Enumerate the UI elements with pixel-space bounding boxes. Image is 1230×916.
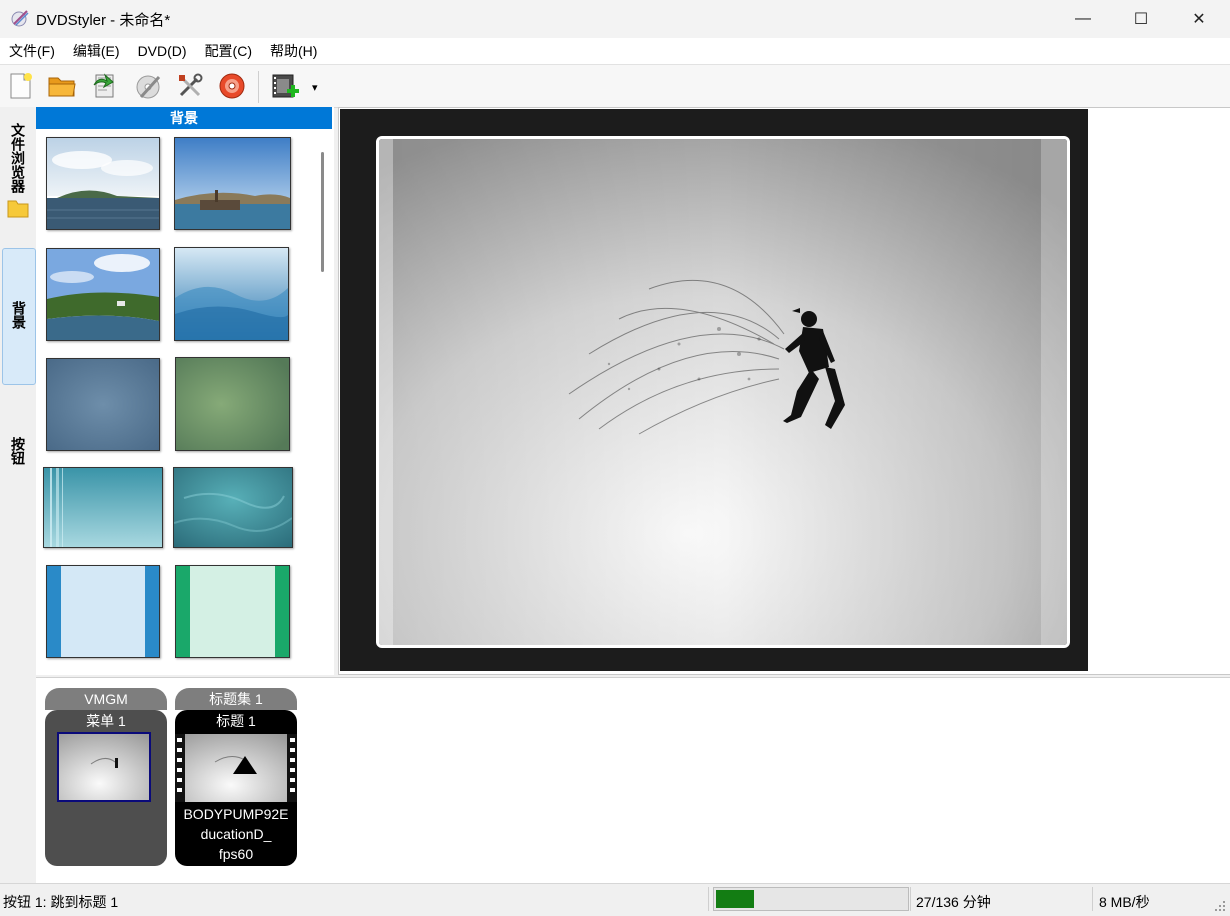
add-video-icon [272, 74, 299, 98]
save-project-button[interactable] [90, 71, 120, 101]
title-1-caption-line-3: fps60 [218, 846, 254, 862]
open-folder-icon [48, 77, 76, 97]
bitrate-readout: 8 MB/秒 [1099, 894, 1150, 910]
titleset-1-card[interactable]: 标题集 1 标题 1 BODYPUMP92E ducationD_ fps60 [175, 688, 297, 866]
menu-dvd[interactable]: DVD(D) [129, 38, 196, 64]
status-divider [708, 887, 709, 911]
title-bar: DVDStyler - 未命名* — ☐ ✕ [0, 0, 1230, 38]
background-panel-header: 背景 [36, 107, 332, 129]
menu-help[interactable]: 帮助(H) [261, 38, 326, 64]
background-thumb-blue-blur[interactable] [46, 358, 160, 451]
titleset-area: VMGM 菜单 1 标题集 1 标题 1 BODYPUMP92E ducatio… [36, 677, 1230, 883]
tab-background-label: 背景 [11, 301, 27, 329]
vmgm-header: VMGM [45, 688, 167, 710]
toolbar-separator [258, 71, 259, 103]
dvd-disc-icon [219, 73, 245, 99]
add-video-button[interactable] [270, 71, 300, 101]
menu-config[interactable]: 配置(C) [196, 38, 261, 64]
background-thumb-teal-stripes[interactable] [43, 467, 163, 548]
menu-file[interactable]: 文件(F) [0, 38, 64, 64]
tab-file-browser[interactable]: 文件浏览器 [2, 111, 34, 241]
menu-bar: 文件(F) 编辑(E) DVD(D) 配置(C) 帮助(H) [0, 38, 1230, 64]
status-divider [1092, 887, 1093, 911]
new-project-button[interactable] [5, 71, 35, 101]
minimize-icon: — [1075, 10, 1091, 27]
resize-grip-icon[interactable] [1214, 900, 1226, 912]
background-thumb-teal-texture[interactable] [173, 467, 293, 548]
background-thumb-coast-forest[interactable] [46, 248, 160, 341]
background-panel: 背景 [36, 107, 334, 675]
tab-file-browser-label: 文件浏览器 [10, 123, 26, 193]
toolbar: ▾ [0, 64, 1230, 108]
background-thumb-light-blue-border[interactable] [46, 565, 160, 658]
settings-button[interactable] [175, 71, 205, 101]
menu-preview-area [338, 107, 1230, 675]
menu-edit[interactable]: 编辑(E) [64, 38, 129, 64]
tab-background[interactable]: 背景 [2, 248, 36, 385]
title-1-caption-line-2: ducationD_ [200, 826, 272, 842]
background-thumb-blue-waves[interactable] [174, 247, 289, 341]
status-bar: 按钮 1: 跳到标题 1 27/136 分钟 8 MB/秒 [0, 883, 1230, 916]
background-thumb-sea-landscape[interactable] [46, 137, 160, 230]
menu-preview-frame[interactable] [376, 136, 1070, 648]
background-thumb-light-green-border[interactable] [175, 565, 290, 658]
dvd-disc-button[interactable] [217, 71, 247, 101]
duration-readout: 27/136 分钟 [916, 894, 991, 910]
title-1-caption-line-1: BODYPUMP92E [183, 806, 289, 822]
status-text: 按钮 1: 跳到标题 1 [3, 894, 119, 910]
settings-tools-icon [179, 73, 203, 97]
title-1-item[interactable]: 标题 1 BODYPUMP92E ducationD_ fps60 [175, 710, 297, 866]
disc-usage-progress [713, 887, 909, 911]
new-file-icon [10, 73, 32, 99]
window-title: DVDStyler - 未命名* [36, 12, 171, 29]
open-project-button[interactable] [47, 71, 77, 101]
maximize-icon: ☐ [1133, 11, 1149, 28]
title-1-label: 标题 1 [216, 713, 256, 729]
maximize-button[interactable]: ☐ [1112, 0, 1170, 38]
folder-icon [7, 200, 29, 218]
tab-buttons-label: 按钮 [10, 437, 26, 465]
vmgm-menu-item[interactable]: 菜单 1 [45, 710, 167, 866]
menu-1-thumbnail[interactable] [57, 732, 151, 802]
background-thumb-boat-coast[interactable] [174, 137, 291, 230]
side-tabs: 文件浏览器 背景 按钮 [0, 107, 36, 882]
background-panel-scrollbar[interactable] [321, 152, 324, 272]
save-icon [93, 73, 114, 98]
menu-1-label: 菜单 1 [86, 713, 126, 729]
titleset-1-header: 标题集 1 [175, 688, 297, 710]
status-divider [910, 887, 911, 911]
close-button[interactable]: ✕ [1170, 0, 1228, 38]
vmgm-card[interactable]: VMGM 菜单 1 [45, 688, 167, 866]
dvdstyler-app-icon [11, 10, 29, 27]
burn-dvd-button[interactable] [134, 71, 164, 101]
add-video-dropdown-icon[interactable]: ▾ [312, 81, 318, 94]
disc-usage-progress-fill [716, 890, 754, 908]
menu-background-image [379, 139, 1067, 645]
title-1-thumbnail[interactable] [175, 734, 297, 802]
menu-canvas[interactable] [340, 109, 1088, 671]
minimize-button[interactable]: — [1054, 0, 1112, 38]
burn-dvd-icon [136, 75, 161, 99]
title-1-caption: BODYPUMP92E ducationD_ fps60 [175, 804, 297, 864]
close-icon: ✕ [1192, 11, 1206, 28]
tab-buttons[interactable]: 按钮 [2, 407, 34, 497]
background-thumb-green-blur[interactable] [175, 357, 290, 451]
